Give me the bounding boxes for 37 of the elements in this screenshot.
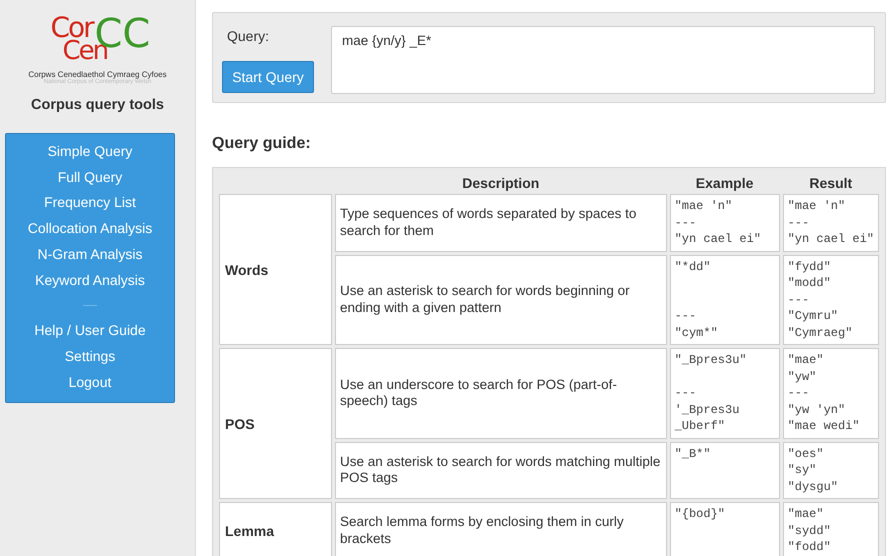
- result-cell: "mae 'n" --- "yn cael ei": [782, 194, 879, 252]
- example-cell: "{bod}": [670, 502, 780, 556]
- nav-link[interactable]: Simple Query: [48, 139, 132, 165]
- start-query-button[interactable]: Start Query: [222, 61, 314, 93]
- guide-heading: Query guide:: [212, 135, 312, 153]
- logo-name: Corpws Cenedlaethol Cymraeg Cyfoes: [28, 70, 167, 79]
- nav-link[interactable]: Full Query: [58, 164, 122, 190]
- nav-link[interactable]: Logout: [68, 370, 112, 396]
- category-cell: Words: [219, 194, 332, 345]
- example-cell: "_B*": [670, 442, 780, 499]
- description-cell: Use an asterisk to search for words matching multiple POS tags: [335, 442, 667, 499]
- column-header: Example: [694, 174, 754, 191]
- result-cell: "mae" "sydd" "fodd": [782, 502, 879, 556]
- result-cell: "mae" "yw" --- "yw 'yn" "mae wedi": [782, 348, 879, 438]
- result-cell: "oes" "sy" "dysgu": [782, 442, 879, 499]
- nav-link[interactable]: Settings: [64, 344, 116, 370]
- nav-link[interactable]: Frequency List: [44, 190, 136, 216]
- nav-link[interactable]: Collocation Analysis: [28, 216, 152, 242]
- example-cell: "mae 'n" --- "yn cael ei": [670, 194, 780, 252]
- example-cell: "*dd" --- "cym*": [670, 254, 780, 345]
- description-cell: Use an underscore to search for POS (part-of-speech) tags: [335, 348, 667, 438]
- nav-separator: [83, 305, 97, 306]
- column-header: Result: [808, 174, 854, 191]
- nav-link[interactable]: N-Gram Analysis: [37, 242, 143, 268]
- column-header: Description: [461, 174, 540, 191]
- category-cell: Lemma: [219, 502, 332, 556]
- category-cell: POS: [219, 348, 332, 499]
- query-field[interactable]: mae {yn/y} _E*: [331, 26, 875, 94]
- nav-link[interactable]: Help / User Guide: [34, 318, 146, 344]
- description-cell: Search lemma forms by enclosing them in curly brackets: [335, 502, 667, 556]
- query-label: Query:: [227, 28, 270, 44]
- description-cell: Type sequences of words separated by spaces to search for them: [335, 194, 667, 252]
- description-cell: Use an asterisk to search for words beginning or ending with a given pattern: [335, 254, 667, 345]
- example-cell: "_Bpres3u" --- '_Bpres3u _Uberf": [670, 348, 780, 438]
- sidebar-title: Corpus query tools: [31, 97, 164, 113]
- result-cell: "fydd" "modd" --- "Cymru" "Cymraeg": [782, 254, 879, 345]
- nav-link[interactable]: Keyword Analysis: [35, 268, 145, 294]
